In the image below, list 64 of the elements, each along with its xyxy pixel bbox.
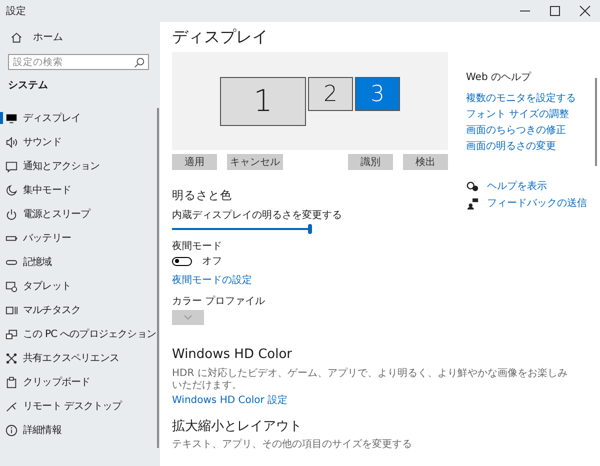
power-icon [5, 208, 18, 220]
sidebar-item[interactable]: 通知とアクション [0, 154, 157, 178]
tablet-icon [5, 280, 18, 292]
person-icon [466, 197, 479, 210]
section-heading: システム [7, 79, 49, 93]
brightness-slider[interactable] [172, 224, 312, 234]
dropdown-label: カラー プロファイル [172, 295, 266, 308]
sidebar-item[interactable]: リモート デスクトップ [0, 394, 157, 418]
clipboard-icon [5, 376, 18, 388]
sidebar-item[interactable]: 電源とスリープ [0, 202, 157, 226]
sidebar-item[interactable]: 集中モード [0, 178, 157, 202]
sidebar-item[interactable]: 共有エクスペリエンス [0, 346, 157, 370]
message-icon [5, 160, 18, 172]
toggle-state: オフ [202, 255, 222, 268]
sidebar-item[interactable]: この PC へのプロジェクション [0, 322, 157, 346]
sidebar-item[interactable]: 詳細情報 [0, 418, 157, 442]
section-heading: 拡大縮小とレイアウト [172, 418, 303, 435]
hd-color-settings-link[interactable]: Windows HD Color 設定 [172, 394, 288, 407]
projector-icon [5, 328, 18, 340]
speaker-icon [5, 136, 18, 148]
toggle-label: 夜間モード [172, 240, 223, 253]
slider-label: 内蔵ディスプレイの明るさを変更する [172, 209, 343, 222]
page-title: ディスプレイ [172, 28, 269, 46]
help-link[interactable]: 画面のちらつきの修正 [466, 124, 566, 137]
help-chat-icon [466, 180, 479, 193]
scrollbar[interactable] [595, 78, 597, 166]
scrollbar[interactable] [157, 108, 159, 448]
monitor-icon [5, 112, 18, 124]
sidebar-item[interactable]: タブレット [0, 274, 157, 298]
moon-icon [5, 184, 18, 196]
action-button[interactable]: 検出 [403, 154, 448, 170]
help-link[interactable]: フォント サイズの調整 [466, 108, 570, 121]
sidebar-item[interactable]: クリップボード [0, 370, 157, 394]
action-button[interactable]: 適用 [172, 154, 217, 170]
description-text: テキスト、アプリ、その他の項目のサイズを変更する [172, 439, 413, 451]
share-icon [5, 352, 18, 364]
monitor-tile[interactable]: 2 [308, 77, 353, 111]
night-mode-toggle[interactable] [172, 257, 192, 266]
sidebar-item[interactable]: マルチタスク [0, 298, 157, 322]
action-button[interactable]: 識別 [348, 154, 393, 170]
monitor-tile[interactable]: 1 [220, 77, 306, 126]
sidebar-item[interactable]: 記憶域 [0, 250, 157, 274]
search-field[interactable]: 設定の検索 [8, 54, 149, 70]
sidebar-item[interactable]: バッテリー [0, 226, 157, 250]
home-icon [10, 30, 23, 44]
help-link[interactable]: 画面の明るさの変更 [466, 140, 556, 153]
sidebar-item[interactable]: サウンド [0, 130, 157, 154]
sidebar-item[interactable]: ディスプレイ [0, 106, 157, 130]
window-title: 設定 [6, 4, 27, 18]
search-icon [133, 56, 146, 68]
section-heading: Windows HD Color [172, 347, 294, 362]
info-icon [5, 424, 18, 436]
help-link[interactable]: 複数のモニタを設定する [466, 92, 576, 105]
section-heading: 明るさと色 [172, 188, 233, 203]
home-nav-item[interactable]: ホーム [0, 26, 157, 48]
chevron-icon [184, 315, 192, 320]
remote-icon [5, 400, 18, 412]
help-action-link[interactable]: フィードバックの送信 [487, 197, 587, 210]
monitor-tile[interactable]: 3 [355, 77, 400, 111]
description-text: HDR に対応したビデオ、ゲーム、アプリで、より明るく、より鮮やかな画像をお楽しみいただけます。 [172, 368, 568, 392]
night-mode-settings-link[interactable]: 夜間モードの設定 [172, 274, 252, 287]
action-button[interactable]: キャンセル [227, 154, 283, 170]
help-heading: Web のヘルプ [466, 70, 532, 84]
help-action-link[interactable]: ヘルプを表示 [487, 180, 547, 193]
